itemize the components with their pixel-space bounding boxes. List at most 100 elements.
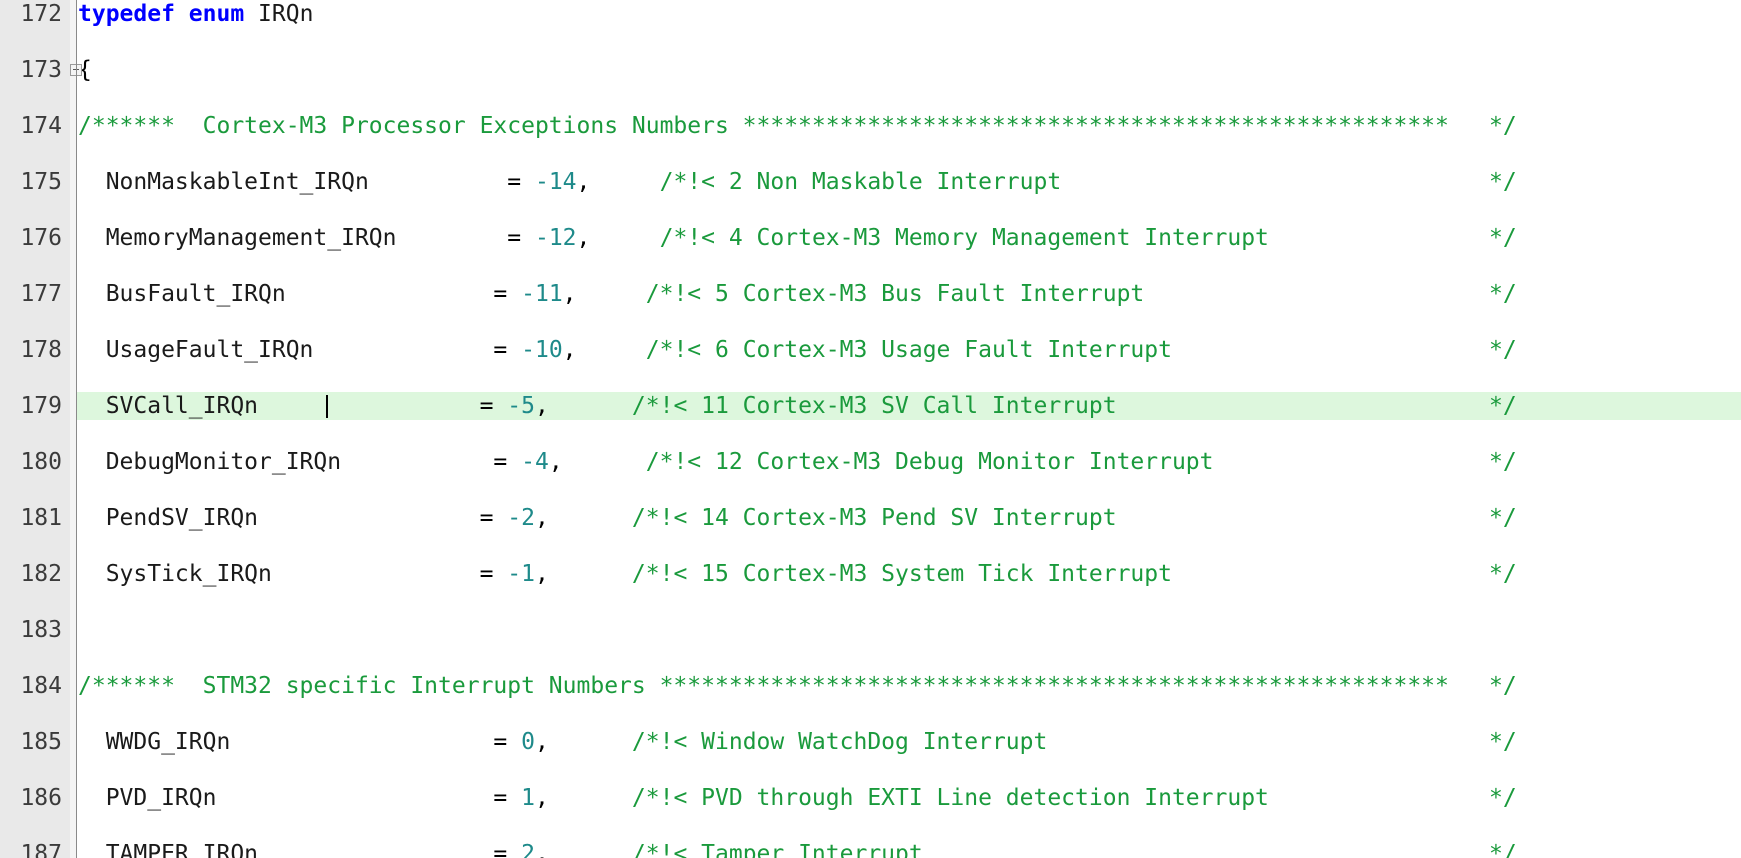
code-line[interactable]: 178 UsageFault_IRQn = -10, /*!< 6 Cortex… xyxy=(0,336,1741,364)
token-pl: = xyxy=(313,337,522,363)
token-pl: = xyxy=(258,393,508,419)
line-number: 185 xyxy=(20,729,62,755)
comment-terminator: */ xyxy=(1489,841,1517,858)
code-line[interactable]: 177 BusFault_IRQn = -11, /*!< 5 Cortex-M… xyxy=(0,280,1741,308)
code-line[interactable]: 186 PVD_IRQn = 1, /*!< PVD through EXTI … xyxy=(0,784,1741,812)
token-pl: , xyxy=(562,337,646,363)
token-num: -2 xyxy=(507,505,535,531)
comment-terminator: */ xyxy=(1489,561,1517,587)
token-pl: = xyxy=(341,449,522,475)
token-id: SysTick_IRQn xyxy=(78,561,272,587)
comment-terminator: */ xyxy=(1489,673,1517,699)
token-cm: /*!< 6 Cortex-M3 Usage Fault Interrupt xyxy=(645,337,1172,363)
token-id: SVCall_IRQn xyxy=(78,393,259,419)
token-num: 0 xyxy=(521,729,535,755)
token-kw: typedef xyxy=(78,1,175,27)
token-num: -12 xyxy=(534,225,577,251)
token-id: DebugMonitor_IRQn xyxy=(78,449,342,475)
token-pl: = xyxy=(271,561,508,587)
code-line[interactable]: 184 /****** STM32 specific Interrupt Numb… xyxy=(0,672,1741,700)
comment-terminator: */ xyxy=(1489,281,1517,307)
token-num: -4 xyxy=(521,449,549,475)
line-number: 176 xyxy=(20,225,62,251)
token-cm: /****** STM32 specific Interrupt Numbers… xyxy=(78,673,1449,699)
token-pl: , xyxy=(534,505,632,531)
code-text[interactable]: TAMPER_IRQn = 2, /*!< Tamper Interrupt xyxy=(78,840,923,858)
code-editor[interactable]: 172 typedef enum IRQn 173{ 174 /****** Corte… xyxy=(0,0,1741,858)
token-pl: = xyxy=(258,505,508,531)
token-pl: , xyxy=(534,785,632,811)
token-cm: /*!< 12 Cortex-M3 Debug Monitor Interrup… xyxy=(645,449,1214,475)
code-text[interactable]: SysTick_IRQn = -1, /*!< 15 Cortex-M3 Sys… xyxy=(78,560,1172,588)
token-pl: , xyxy=(576,225,660,251)
token-num: -10 xyxy=(521,337,563,363)
code-line[interactable]: 179 SVCall_IRQn = -5, /*!< 11 Cortex-M3 … xyxy=(0,392,1741,420)
code-line[interactable]: 175 NonMaskableInt_IRQn = -14, /*!< 2 No… xyxy=(0,168,1741,196)
code-text[interactable]: WWDG_IRQn = 0, /*!< Window WatchDog Inte… xyxy=(78,728,1048,756)
code-line[interactable]: 173{ xyxy=(0,56,1741,84)
code-line[interactable]: 182 SysTick_IRQn = -1, /*!< 15 Cortex-M3… xyxy=(0,560,1741,588)
token-pl: = xyxy=(230,729,522,755)
line-number: 186 xyxy=(20,785,62,811)
comment-terminator: */ xyxy=(1489,393,1517,419)
token-id: WWDG_IRQn xyxy=(78,729,231,755)
token-pl: , xyxy=(562,281,646,307)
code-line[interactable]: 174 /****** Cortex-M3 Processor Exception… xyxy=(0,112,1741,140)
code-text[interactable]: PVD_IRQn = 1, /*!< PVD through EXTI Line… xyxy=(78,784,1269,812)
comment-terminator: */ xyxy=(1489,337,1517,363)
code-line[interactable]: 181 PendSV_IRQn = -2, /*!< 14 Cortex-M3 … xyxy=(0,504,1741,532)
token-cm: /*!< 4 Cortex-M3 Memory Management Inter… xyxy=(659,225,1269,251)
code-text[interactable]: PendSV_IRQn = -2, /*!< 14 Cortex-M3 Pend… xyxy=(78,504,1117,532)
token-cm: /*!< PVD through EXTI Line detection Int… xyxy=(631,785,1269,811)
token-pl: = xyxy=(216,785,522,811)
token-id: BusFault_IRQn xyxy=(78,281,286,307)
token-pl: = xyxy=(258,841,522,858)
code-text[interactable]: SVCall_IRQn = -5, /*!< 11 Cortex-M3 SV C… xyxy=(78,392,1117,420)
code-text[interactable]: /****** Cortex-M3 Processor Exceptions N… xyxy=(78,112,1449,140)
code-line[interactable]: 183 xyxy=(0,616,1741,644)
comment-terminator: */ xyxy=(1489,169,1517,195)
token-pl: , xyxy=(576,169,660,195)
code-text[interactable]: DebugMonitor_IRQn = -4, /*!< 12 Cortex-M… xyxy=(78,448,1214,476)
code-text[interactable]: /****** STM32 specific Interrupt Numbers… xyxy=(78,672,1449,700)
token-id: NonMaskableInt_IRQn xyxy=(78,169,369,195)
comment-terminator: */ xyxy=(1489,449,1517,475)
token-num: 2 xyxy=(521,841,535,858)
comment-terminator: */ xyxy=(1489,785,1517,811)
text-caret xyxy=(326,395,329,418)
code-text[interactable]: BusFault_IRQn = -11, /*!< 5 Cortex-M3 Bu… xyxy=(78,280,1145,308)
code-line[interactable]: 187 TAMPER_IRQn = 2, /*!< Tamper Interru… xyxy=(0,840,1741,858)
code-line[interactable]: 172 typedef enum IRQn xyxy=(0,0,1741,28)
token-cm: /****** Cortex-M3 Processor Exceptions N… xyxy=(78,113,1449,139)
line-number: 175 xyxy=(20,169,62,195)
token-id: MemoryManagement_IRQn xyxy=(78,225,397,251)
token-pl: = xyxy=(396,225,535,251)
line-number: 179 xyxy=(20,393,62,419)
line-number: 187 xyxy=(20,841,62,858)
token-pl: = xyxy=(368,169,535,195)
code-text[interactable]: UsageFault_IRQn = -10, /*!< 6 Cortex-M3 … xyxy=(78,336,1172,364)
token-cm: /*!< 14 Cortex-M3 Pend SV Interrupt xyxy=(631,505,1117,531)
code-line[interactable]: 176 MemoryManagement_IRQn = -12, /*!< 4 … xyxy=(0,224,1741,252)
line-number: 182 xyxy=(20,561,62,587)
line-number: 178 xyxy=(20,337,62,363)
token-id: TAMPER_IRQn xyxy=(78,841,259,858)
line-number: 173 xyxy=(20,57,62,83)
comment-terminator: */ xyxy=(1489,113,1517,139)
code-line[interactable]: 180 DebugMonitor_IRQn = -4, /*!< 12 Cort… xyxy=(0,448,1741,476)
line-number: 174 xyxy=(20,113,62,139)
comment-terminator: */ xyxy=(1489,729,1517,755)
token-pl: , xyxy=(534,729,632,755)
token-cm: /*!< 2 Non Maskable Interrupt xyxy=(659,169,1062,195)
token-pl: , xyxy=(534,393,632,419)
token-pl: = xyxy=(285,281,522,307)
code-text[interactable]: NonMaskableInt_IRQn = -14, /*!< 2 Non Ma… xyxy=(78,168,1062,196)
token-num: 1 xyxy=(521,785,535,811)
code-line[interactable]: 185 WWDG_IRQn = 0, /*!< Window WatchDog … xyxy=(0,728,1741,756)
code-text[interactable]: MemoryManagement_IRQn = -12, /*!< 4 Cort… xyxy=(78,224,1269,252)
token-id: IRQn xyxy=(244,1,314,27)
code-text[interactable]: typedef enum IRQn xyxy=(78,0,313,28)
token-kw: enum xyxy=(188,1,245,27)
line-number: 181 xyxy=(20,505,62,531)
